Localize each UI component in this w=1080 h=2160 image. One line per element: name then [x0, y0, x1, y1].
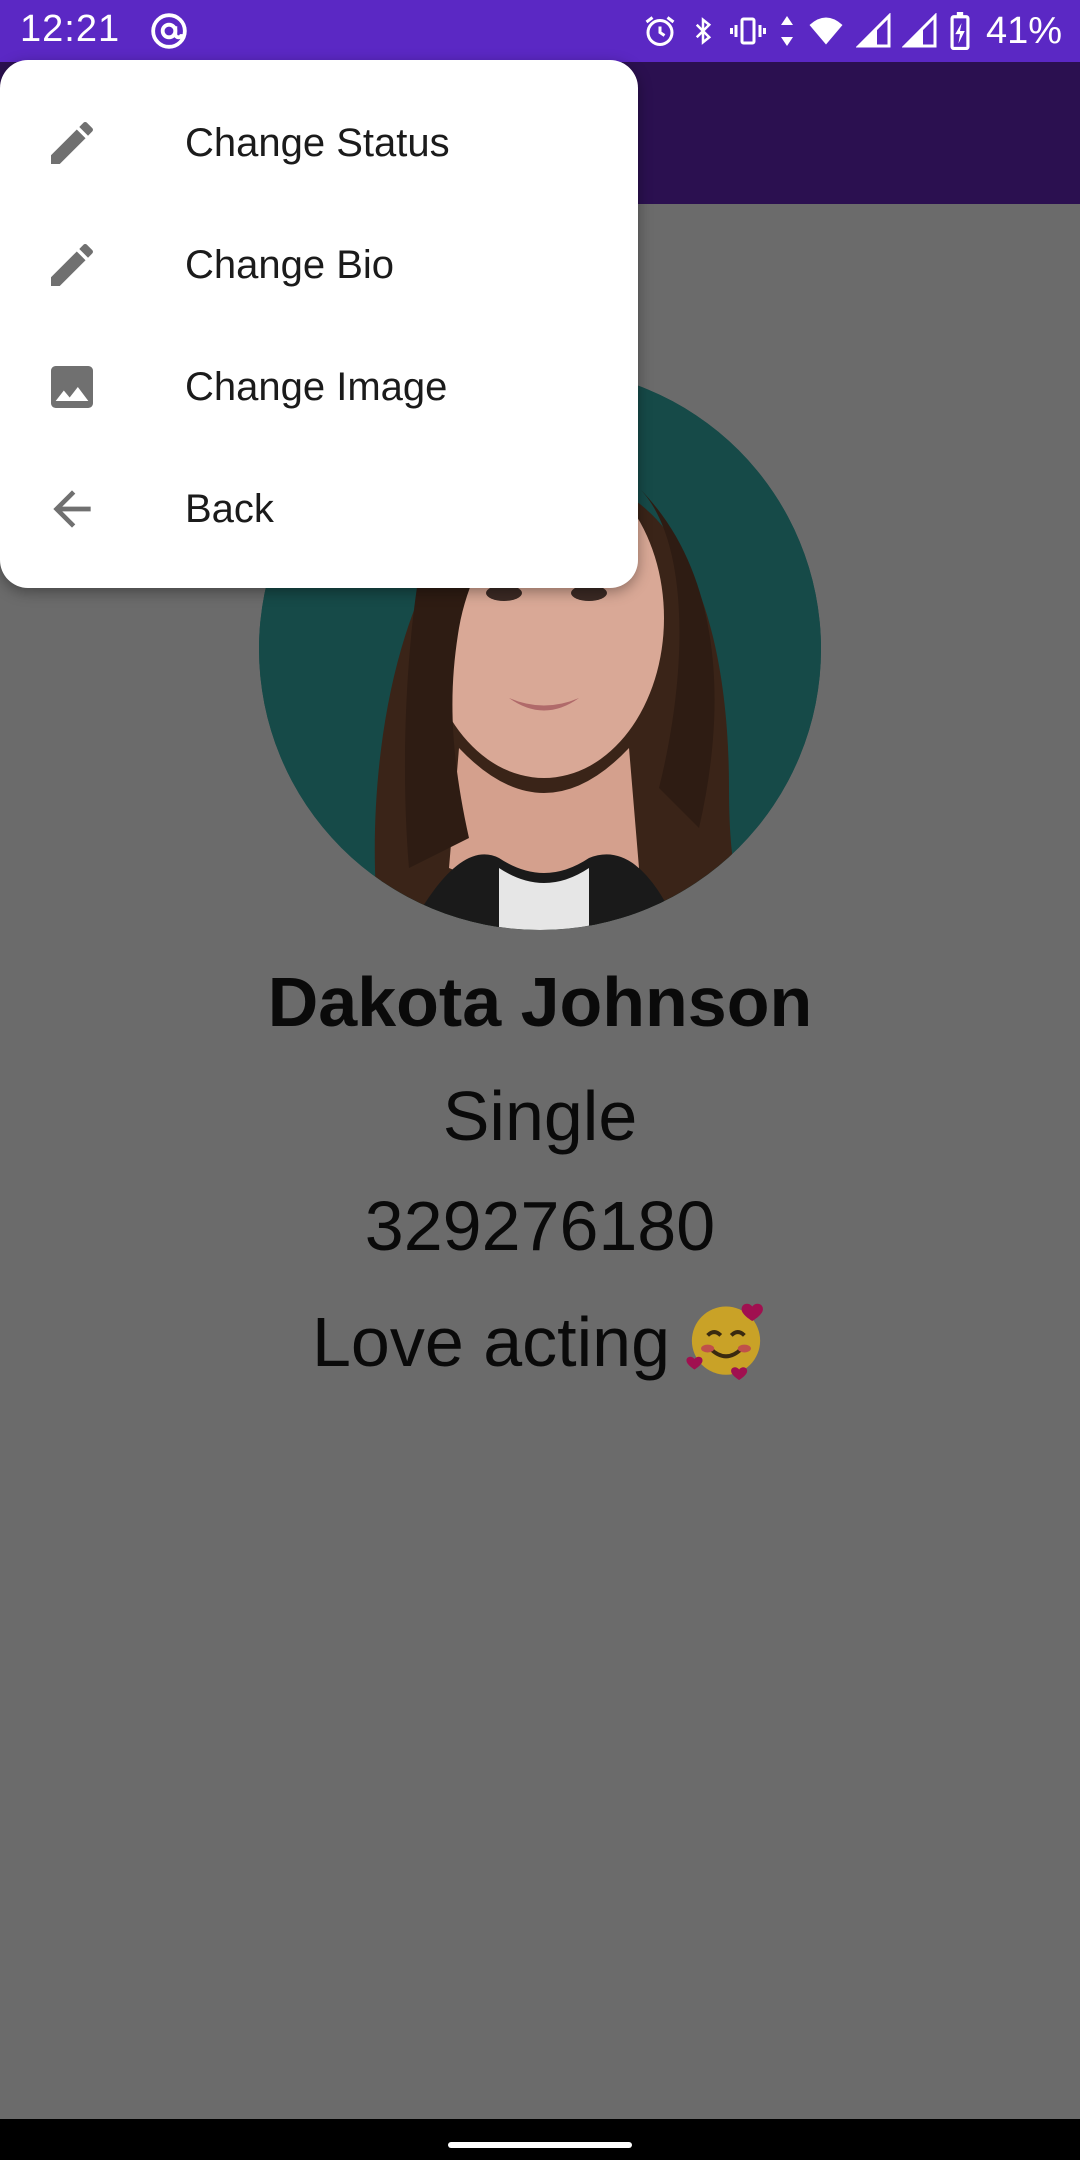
vibrate-icon: [729, 17, 766, 45]
profile-phone: 329276180: [364, 1187, 716, 1265]
profile-status: Single: [442, 1077, 638, 1155]
home-gesture-handle[interactable]: [448, 2142, 632, 2148]
bluetooth-icon: [695, 17, 712, 45]
menu-item-change-bio[interactable]: Change Bio: [0, 204, 638, 326]
arrow-back-icon: [53, 490, 91, 528]
menu-item-label: Change Bio: [185, 242, 395, 287]
menu-item-back[interactable]: Back: [0, 448, 638, 570]
system-nav-bar: [0, 2119, 1080, 2160]
status-bar: 12:21 41%: [0, 0, 1080, 62]
alarm-icon: [645, 16, 675, 46]
menu-item-change-status[interactable]: Change Status: [0, 82, 638, 204]
options-menu: Change Status Change Bio Change Image Ba…: [0, 60, 638, 588]
battery-percent: 41%: [985, 9, 1062, 52]
signal-icon: [855, 13, 891, 48]
profile-bio-line: Love acting: [0, 1296, 1080, 1382]
battery-icon: [950, 12, 970, 50]
status-icons: 41%: [642, 8, 1062, 54]
profile-bio: Love acting: [311, 1303, 671, 1381]
status-time: 12:21: [20, 8, 121, 50]
image-icon: [51, 366, 93, 408]
menu-item-label: Change Image: [185, 364, 448, 409]
profile-name: Dakota Johnson: [267, 963, 813, 1041]
menu-item-label: Back: [185, 486, 274, 531]
data-arrows-icon: [780, 16, 793, 46]
menu-item-label: Change Status: [185, 120, 450, 165]
smiling-face-with-hearts-icon: [686, 1303, 763, 1380]
menu-item-change-image[interactable]: Change Image: [0, 326, 638, 448]
wifi-icon: [809, 17, 843, 45]
pencil-icon: [51, 121, 93, 164]
at-sign-icon: [151, 13, 187, 49]
signal-icon: [901, 13, 937, 48]
pencil-icon: [51, 243, 93, 286]
